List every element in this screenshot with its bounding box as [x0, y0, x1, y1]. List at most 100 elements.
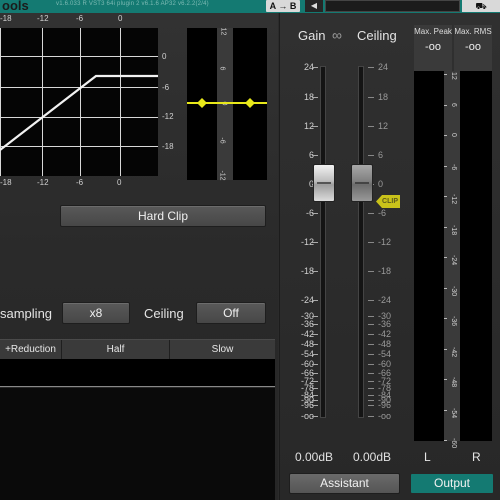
save-preset-icon[interactable]: ⛟ — [462, 0, 500, 12]
output-scale-tick: 0 — [450, 133, 457, 137]
top-bar: ools v1.6.033 R VST3 64i plugin 2 v6.1.6… — [0, 0, 500, 13]
column-reduction[interactable]: +Reduction — [0, 340, 62, 360]
ceiling-scale-line — [368, 373, 374, 374]
output-button[interactable]: Output — [411, 474, 493, 493]
channel-left-label: L — [424, 450, 431, 464]
reduction-meter-tick: 12 — [219, 27, 227, 36]
gain-scale-line — [312, 97, 318, 98]
gain-scale-line — [312, 155, 318, 156]
output-scale-tick: 6 — [450, 102, 457, 107]
ceiling-scale-line — [368, 67, 374, 68]
graph-top-tick: -18 — [0, 14, 12, 23]
ceiling-scale-line — [368, 242, 374, 243]
ceiling-label: Ceiling — [357, 28, 397, 43]
gain-scale-line — [312, 405, 318, 406]
gain-fader-handle[interactable] — [313, 164, 335, 202]
ceiling-scale-line — [368, 97, 374, 98]
link-icon[interactable]: ∞ — [332, 27, 342, 43]
output-meter-left-bar — [414, 71, 444, 441]
ceiling-readout[interactable]: 0.00dB — [353, 450, 391, 464]
ceiling-scale-line — [368, 416, 374, 417]
gain-fader-track[interactable] — [320, 66, 326, 418]
ceiling-scale-tick: -6 — [378, 208, 387, 218]
transfer-curve-svg — [0, 28, 158, 176]
graph-top-tick: -12 — [37, 14, 49, 23]
ceiling-scale-tick: -12 — [378, 237, 392, 247]
ceiling-scale-line — [368, 405, 374, 406]
gain-scale-line — [312, 344, 318, 345]
ceiling-scale-line — [368, 271, 374, 272]
graph-right-tick: 0 — [162, 52, 167, 61]
ceiling-scale-tick: 6 — [378, 150, 384, 160]
output-scale-line — [444, 135, 447, 136]
table-header: +Reduction Half Slow — [0, 339, 275, 360]
max-peak-box[interactable]: Max. Peak -oo — [414, 25, 452, 71]
ceiling-scale-tick: -96 — [378, 400, 392, 410]
graph-bottom-tick: -18 — [0, 178, 12, 187]
ceiling-scale-tick: 12 — [378, 121, 389, 131]
ceiling-scale-line — [368, 334, 374, 335]
gain-scale-line — [312, 334, 318, 335]
reduction-meter-tick: 6 — [218, 66, 226, 71]
output-scale-tick: -12 — [450, 194, 457, 205]
gain-scale-line — [312, 416, 318, 417]
brand-title: ools — [2, 0, 29, 13]
ceiling-scale-line — [368, 400, 374, 401]
output-scale-line — [444, 318, 447, 319]
output-scale-tick: -48 — [450, 377, 457, 388]
reduction-meter-tick: -6 — [218, 137, 226, 144]
oversampling-label: sampling — [0, 306, 53, 321]
gain-scale-line — [312, 67, 318, 68]
gain-scale-line — [312, 271, 318, 272]
output-scale-tick: -18 — [450, 224, 457, 235]
ceiling-scale-line — [368, 344, 374, 345]
ceiling-scale-line — [368, 388, 374, 389]
previous-preset-button[interactable]: ◀ — [305, 0, 323, 12]
output-meter-right-bar — [460, 71, 492, 441]
ceiling-scale-line — [368, 300, 374, 301]
table-body — [0, 388, 275, 500]
max-peak-value: -oo — [425, 41, 441, 53]
max-rms-box[interactable]: Max. RMS -oo — [454, 25, 492, 71]
transfer-curve-graph[interactable] — [0, 28, 158, 176]
assistant-button[interactable]: Assistant — [289, 473, 400, 494]
ceiling-scale-tick: 0 — [378, 179, 384, 189]
ceiling-scale-line — [368, 354, 374, 355]
output-scale-line — [444, 104, 447, 106]
table-row[interactable] — [0, 359, 275, 387]
ab-compare-button[interactable]: A → B — [266, 0, 300, 12]
output-scale-line — [444, 348, 447, 350]
ceiling-scale-tick: 18 — [378, 92, 389, 102]
threshold-marker[interactable] — [187, 96, 267, 110]
ceiling-switch-button[interactable]: Off — [196, 302, 266, 324]
ceiling-scale-line — [368, 155, 374, 156]
preset-selector[interactable] — [325, 0, 460, 12]
ceiling-fader-handle[interactable] — [351, 164, 373, 202]
output-scale-line — [444, 379, 447, 380]
gain-scale-line — [312, 300, 318, 301]
max-rms-value: -oo — [465, 41, 481, 53]
ceiling-switch-label: Ceiling — [144, 306, 184, 321]
ceiling-fader-track[interactable] — [358, 66, 364, 418]
gain-readout[interactable]: 0.00dB — [295, 450, 333, 464]
ceiling-scale-tick: 24 — [378, 62, 389, 72]
gain-scale-line — [312, 388, 318, 389]
graph-right-tick: -6 — [162, 83, 170, 92]
ceiling-scale-tick: -54 — [378, 349, 392, 359]
ceiling-scale-line — [368, 213, 374, 214]
clip-mode-button[interactable]: Hard Clip — [60, 205, 266, 227]
output-scale-tick: -24 — [450, 255, 457, 266]
column-slow[interactable]: Slow — [170, 340, 275, 360]
ceiling-scale-tick: -oo — [378, 411, 392, 421]
output-scale-line — [444, 226, 447, 228]
ceiling-scale-line — [368, 126, 374, 127]
output-scale-tick: -60 — [450, 438, 457, 449]
ceiling-scale-line — [368, 364, 374, 365]
max-rms-label: Max. RMS — [454, 27, 492, 36]
ceiling-scale-tick: -42 — [378, 329, 392, 339]
oversampling-button[interactable]: x8 — [62, 302, 130, 324]
output-scale-line — [444, 74, 447, 75]
output-scale-tick: -54 — [450, 407, 457, 418]
output-scale-line — [444, 257, 447, 258]
column-half[interactable]: Half — [62, 340, 170, 360]
